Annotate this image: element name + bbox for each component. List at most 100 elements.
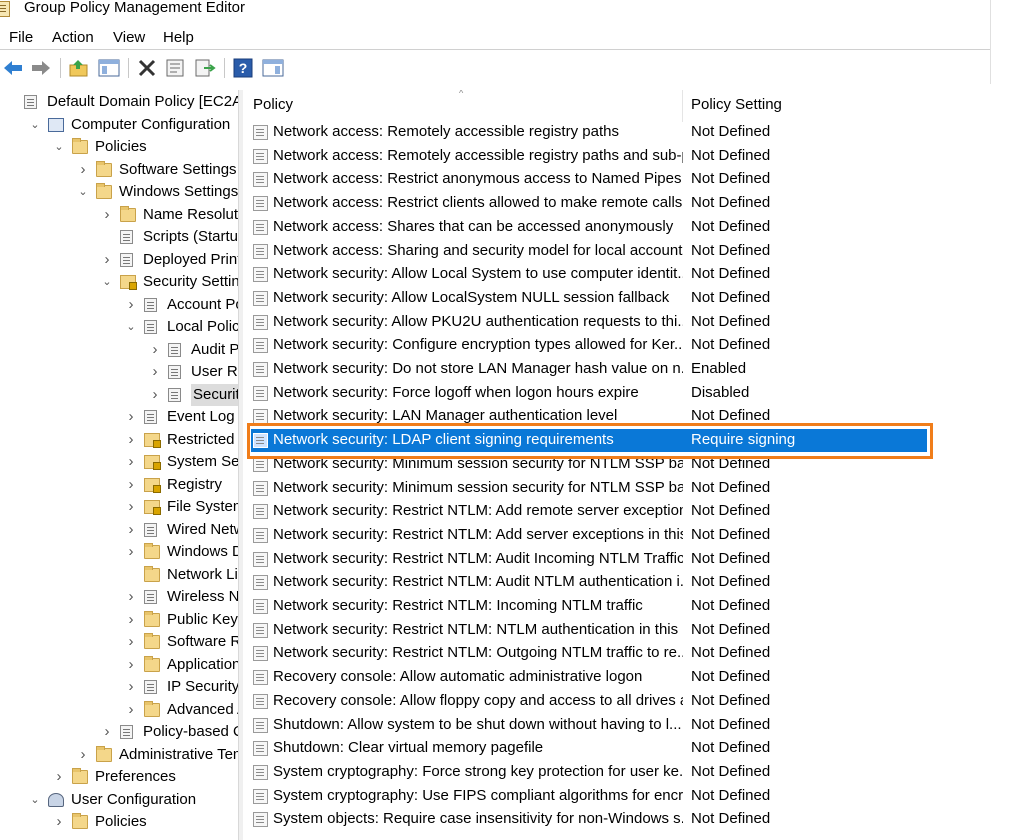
table-row[interactable]: System cryptography: Force strong key pr… xyxy=(243,761,990,784)
expand-chevron-icon[interactable]: › xyxy=(54,766,64,788)
expand-chevron-icon[interactable]: › xyxy=(126,429,136,451)
table-row[interactable]: Network access: Restrict clients allowed… xyxy=(243,192,990,215)
expand-chevron-icon[interactable]: › xyxy=(126,609,136,631)
tree-item[interactable]: › Deployed Printers xyxy=(0,249,239,271)
expand-chevron-icon[interactable]: › xyxy=(126,654,136,676)
expand-chevron-icon[interactable]: › xyxy=(126,631,136,653)
expand-chevron-icon[interactable]: › xyxy=(126,676,136,698)
tree-item[interactable]: Default Domain Policy [EC2AMA xyxy=(0,91,238,113)
tree-item[interactable]: ⌄ Local Policies xyxy=(0,316,238,338)
tree-item[interactable]: ⌄ Computer Configuration xyxy=(0,114,238,136)
forward-icon[interactable] xyxy=(30,57,52,79)
tree-item[interactable]: Scripts (Startup/Sl xyxy=(0,226,238,248)
expand-chevron-icon[interactable]: › xyxy=(78,159,88,181)
tree-item[interactable]: ⌄ User Configuration xyxy=(0,789,238,811)
menu-view[interactable]: View xyxy=(113,29,145,46)
table-row[interactable]: Network security: Restrict NTLM: NTLM au… xyxy=(243,619,990,642)
expand-chevron-icon[interactable]: › xyxy=(126,406,136,428)
expand-chevron-icon[interactable]: › xyxy=(102,721,112,743)
tree-item[interactable]: › Preferences xyxy=(0,766,238,788)
tree-item[interactable]: › Public Key Pol xyxy=(0,609,238,631)
tree-item[interactable]: ⌄ Windows Settings xyxy=(0,181,238,203)
expand-chevron-icon[interactable]: › xyxy=(126,496,136,518)
tree-item[interactable]: › Audit Polic xyxy=(0,339,239,361)
tree-item[interactable]: › Policy-based QoS xyxy=(0,721,239,743)
menu-action[interactable]: Action xyxy=(52,29,94,46)
expand-chevron-icon[interactable]: › xyxy=(78,744,88,766)
collapse-chevron-icon[interactable]: ⌄ xyxy=(30,789,40,811)
table-row[interactable]: Network security: Allow PKU2U authentica… xyxy=(243,311,990,334)
collapse-chevron-icon[interactable]: ⌄ xyxy=(102,271,112,293)
table-row[interactable]: Network access: Remotely accessible regi… xyxy=(243,121,990,144)
expand-chevron-icon[interactable]: › xyxy=(126,586,136,608)
table-row[interactable]: Shutdown: Allow system to be shut down w… xyxy=(243,714,990,737)
expand-chevron-icon[interactable]: › xyxy=(126,294,136,316)
tree-item[interactable]: › Policies xyxy=(0,811,238,833)
table-row[interactable]: Network security: Configure encryption t… xyxy=(243,334,990,357)
properties-icon[interactable] xyxy=(164,57,186,79)
up-folder-icon[interactable] xyxy=(68,57,90,79)
tree-item[interactable]: › User Right xyxy=(0,361,239,383)
expand-chevron-icon[interactable]: › xyxy=(102,249,112,271)
tree-item[interactable]: ⌄ Policies xyxy=(0,136,238,158)
table-row[interactable]: Shutdown: Clear virtual memory pagefile N… xyxy=(243,737,990,760)
tree-item[interactable]: › Advanced Auc xyxy=(0,699,238,721)
table-row[interactable]: Network security: Restrict NTLM: Outgoin… xyxy=(243,642,990,665)
table-row[interactable]: Network access: Sharing and security mod… xyxy=(243,240,990,263)
tree-item[interactable]: › Administrative Templ xyxy=(0,744,238,766)
show-hide-action-pane-icon[interactable] xyxy=(262,57,284,79)
tree-item[interactable]: › Software Settings xyxy=(0,159,238,181)
table-row[interactable]: Network access: Restrict anonymous acces… xyxy=(243,168,990,191)
expand-chevron-icon[interactable]: › xyxy=(150,361,160,383)
table-row[interactable]: Network access: Remotely accessible regi… xyxy=(243,145,990,168)
menu-help[interactable]: Help xyxy=(163,29,194,46)
expand-chevron-icon[interactable]: › xyxy=(126,699,136,721)
table-row[interactable]: Network security: Do not store LAN Manag… xyxy=(243,358,990,381)
expand-chevron-icon[interactable]: › xyxy=(126,451,136,473)
tree-item[interactable]: › Event Log xyxy=(0,406,238,428)
console-tree[interactable]: Default Domain Policy [EC2AMA ⌄ Computer C… xyxy=(0,90,238,840)
tree-item[interactable]: › Restricted Grc xyxy=(0,429,238,451)
table-row[interactable]: Recovery console: Allow floppy copy and … xyxy=(243,690,990,713)
table-row[interactable]: Network security: Allow LocalSystem NULL… xyxy=(243,287,990,310)
table-row[interactable]: Network security: Restrict NTLM: Audit I… xyxy=(243,548,990,571)
table-row[interactable]: Network security: Restrict NTLM: Add rem… xyxy=(243,500,990,523)
tree-item[interactable]: › Windows Defe xyxy=(0,541,238,563)
tree-item[interactable]: › Software Rest xyxy=(0,631,238,653)
back-icon[interactable] xyxy=(2,57,24,79)
tree-item[interactable]: › Wired Networ xyxy=(0,519,239,541)
help-icon[interactable]: ? xyxy=(232,57,254,79)
menu-file[interactable]: File xyxy=(9,29,33,46)
column-header-policy[interactable]: Policy xyxy=(253,96,293,113)
table-row[interactable]: Network access: Shares that can be acces… xyxy=(243,216,990,239)
table-row[interactable]: Network security: Allow Local System to … xyxy=(243,263,990,286)
table-row[interactable]: Network security: Restrict NTLM: Add ser… xyxy=(243,524,990,547)
expand-chevron-icon[interactable]: › xyxy=(126,541,136,563)
show-hide-tree-icon[interactable] xyxy=(98,57,120,79)
table-row[interactable]: System objects: Require case insensitivi… xyxy=(243,808,990,831)
table-row[interactable]: Network security: Minimum session securi… xyxy=(243,477,990,500)
tree-item[interactable]: Network List N xyxy=(0,564,238,586)
tree-item[interactable]: › Application Co xyxy=(0,654,238,676)
collapse-chevron-icon[interactable]: ⌄ xyxy=(78,181,88,203)
expand-chevron-icon[interactable]: › xyxy=(126,474,136,496)
policy-list[interactable]: ^ Policy Policy Setting Network access: … xyxy=(243,90,990,840)
tree-item[interactable]: › Security O xyxy=(0,383,238,406)
column-header-policy-setting[interactable]: Policy Setting xyxy=(691,96,782,113)
table-row[interactable]: Network security: Restrict NTLM: Audit N… xyxy=(243,571,990,594)
tree-item[interactable]: › File System xyxy=(0,496,238,518)
tree-item[interactable]: › Wireless Netw xyxy=(0,586,239,608)
tree-item[interactable]: › Registry xyxy=(0,474,238,496)
collapse-chevron-icon[interactable]: ⌄ xyxy=(30,114,40,136)
table-row[interactable]: Network security: Force logoff when logo… xyxy=(243,382,990,405)
delete-icon[interactable] xyxy=(136,57,158,79)
table-row[interactable]: Recovery console: Allow automatic admini… xyxy=(243,666,990,689)
export-list-icon[interactable] xyxy=(194,57,216,79)
expand-chevron-icon[interactable]: › xyxy=(150,339,160,361)
table-row[interactable]: Network security: Restrict NTLM: Incomin… xyxy=(243,595,990,618)
tree-item[interactable]: ⌄ Security Settings xyxy=(0,271,238,293)
table-row[interactable]: System cryptography: Use FIPS compliant … xyxy=(243,785,990,808)
tree-item[interactable]: › IP Security Pol xyxy=(0,676,239,698)
tree-item[interactable]: › Account Polici xyxy=(0,294,239,316)
expand-chevron-icon[interactable]: › xyxy=(126,519,136,541)
